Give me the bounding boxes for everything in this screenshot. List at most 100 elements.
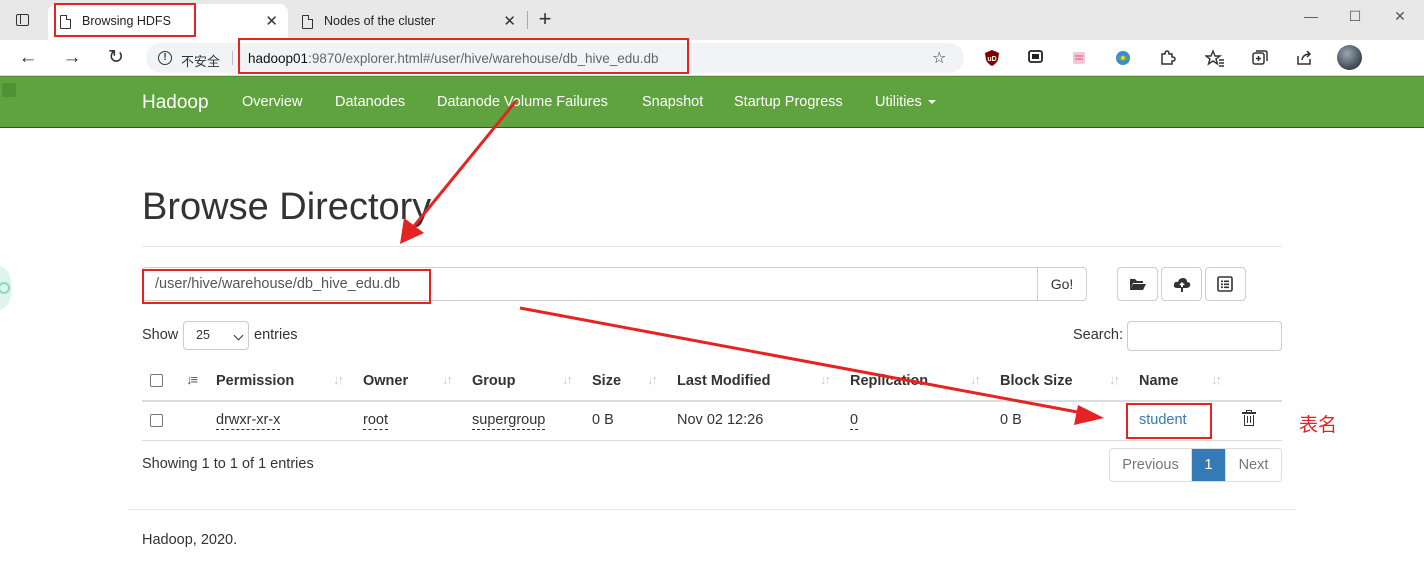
tab-separator [527,11,528,29]
table-header-divider [142,400,1282,402]
window-close-button[interactable]: ✕ [1388,8,1412,28]
entries-per-page-select[interactable]: 25 [183,321,249,350]
extension-globe-icon[interactable] [1113,48,1133,68]
cell-size: 0 B [592,412,614,428]
column-header-owner[interactable]: Owner [363,373,408,389]
favorite-add-icon[interactable]: ☆ [932,48,946,68]
omnibox-separator [232,51,233,65]
pagination: Previous 1 Next [1109,448,1282,482]
puzzle-icon[interactable] [1157,48,1177,68]
profile-avatar[interactable] [1337,45,1362,70]
page-icon [302,15,313,29]
cell-owner[interactable]: root [363,412,388,430]
select-all-checkbox[interactable] [150,374,163,387]
extension-pink-icon[interactable] [1069,48,1089,68]
sort-icon[interactable]: ↓↑ [1211,372,1222,387]
column-header-size[interactable]: Size [592,373,621,389]
cell-block-size: 0 B [1000,412,1022,428]
cell-group[interactable]: supergroup [472,412,546,430]
search-input[interactable] [1127,321,1282,351]
ublock-icon[interactable]: uD [982,48,1002,68]
pagination-page-1[interactable]: 1 [1192,449,1225,481]
new-tab-button[interactable]: + [533,6,557,32]
nav-datanodes[interactable]: Datanodes [335,94,405,110]
nav-utilities[interactable]: Utilities [875,94,936,110]
browser-tab-bar: Browsing HDFS ✕ Nodes of the cluster ✕ +… [0,0,1424,40]
tab-close-icon[interactable]: ✕ [265,12,278,30]
nav-snapshot[interactable]: Snapshot [642,94,703,110]
nav-utilities-label: Utilities [875,94,922,110]
search-label: Search: [1073,327,1123,343]
column-header-name[interactable]: Name [1139,373,1179,389]
annotation-arrow-path-to-name [519,306,1104,425]
page-title: Browse Directory [142,186,432,228]
navbar-brand[interactable]: Hadoop [142,92,209,114]
annotation-label-table-name: 表名 [1299,415,1338,436]
extension-icon[interactable] [1026,48,1046,68]
cut-paste-button[interactable] [1205,267,1246,301]
favorites-icon[interactable] [1205,48,1225,68]
hadoop-navbar: Hadoop Overview Datanodes Datanode Volum… [0,76,1424,128]
show-label: Show [142,327,179,343]
create-directory-button[interactable] [1117,267,1158,301]
maximize-button[interactable]: ☐ [1343,8,1367,28]
tab-nodes-of-cluster[interactable]: Nodes of the cluster ✕ [290,4,526,40]
side-floating-widget[interactable] [0,266,12,310]
entries-label: entries [254,327,298,343]
annotation-box-name [1126,403,1212,439]
footer-text: Hadoop, 2020. [142,532,238,548]
minimize-button[interactable]: — [1299,8,1323,28]
cloud-upload-icon [1173,278,1191,292]
warning-icon[interactable]: ! [158,51,172,65]
tab-actions-icon[interactable] [12,10,32,30]
cell-last-modified: Nov 02 12:26 [677,412,764,428]
pagination-previous[interactable]: Previous [1110,449,1192,481]
annotation-box-url [238,38,689,74]
row-checkbox[interactable] [150,414,163,427]
security-label[interactable]: 不安全 [181,51,220,70]
folder-open-icon [1130,279,1146,290]
tab-title: Nodes of the cluster [324,14,436,28]
forward-button[interactable]: → [59,45,85,71]
sort-icon[interactable]: ↓↑ [970,372,981,387]
footer-divider [128,509,1296,510]
cell-permission[interactable]: drwxr-xr-x [216,412,281,430]
annotation-box-path [142,269,431,304]
collections-icon[interactable] [1250,48,1270,68]
table-info: Showing 1 to 1 of 1 entries [142,456,314,472]
entries-select-value: 25 [196,328,210,342]
sort-amount-icon[interactable]: ↓≡ [186,372,198,387]
reload-button[interactable]: ↻ [103,45,129,71]
title-divider [142,246,1282,247]
cell-replication[interactable]: 0 [850,412,859,430]
pagination-next[interactable]: Next [1225,449,1281,481]
back-button[interactable]: ← [15,45,41,71]
sort-icon[interactable]: ↓↑ [442,372,453,387]
column-header-block-size[interactable]: Block Size [1000,373,1073,389]
svg-text:uD: uD [987,56,996,63]
tab-close-icon[interactable]: ✕ [503,12,516,30]
nav-datanode-volume-failures[interactable]: Datanode Volume Failures [437,94,608,110]
address-bar: ← → ↻ ! 不安全 hadoop01:9870/explorer.html#… [0,40,1424,107]
nav-startup-progress[interactable]: Startup Progress [734,94,843,110]
navbar-corner-square [2,83,16,97]
caret-down-icon [927,100,936,105]
sort-icon[interactable]: ↓↑ [820,372,831,387]
sort-icon[interactable]: ↓↑ [333,372,344,387]
upload-files-button[interactable] [1161,267,1202,301]
column-header-last-modified[interactable]: Last Modified [677,373,770,389]
annotation-box-tab [54,3,196,37]
chevron-down-icon [233,330,244,341]
column-header-group[interactable]: Group [472,373,516,389]
go-button[interactable]: Go! [1037,267,1087,301]
share-icon[interactable] [1294,48,1314,68]
sort-icon[interactable]: ↓↑ [647,372,658,387]
table-row-divider [142,440,1282,441]
column-header-permission[interactable]: Permission [216,373,294,389]
delete-icon[interactable] [1242,410,1256,427]
nav-overview[interactable]: Overview [242,94,302,110]
sort-icon[interactable]: ↓↑ [1109,372,1120,387]
sort-icon[interactable]: ↓↑ [562,372,573,387]
list-alt-icon [1217,276,1233,292]
column-header-replication[interactable]: Replication [850,373,928,389]
